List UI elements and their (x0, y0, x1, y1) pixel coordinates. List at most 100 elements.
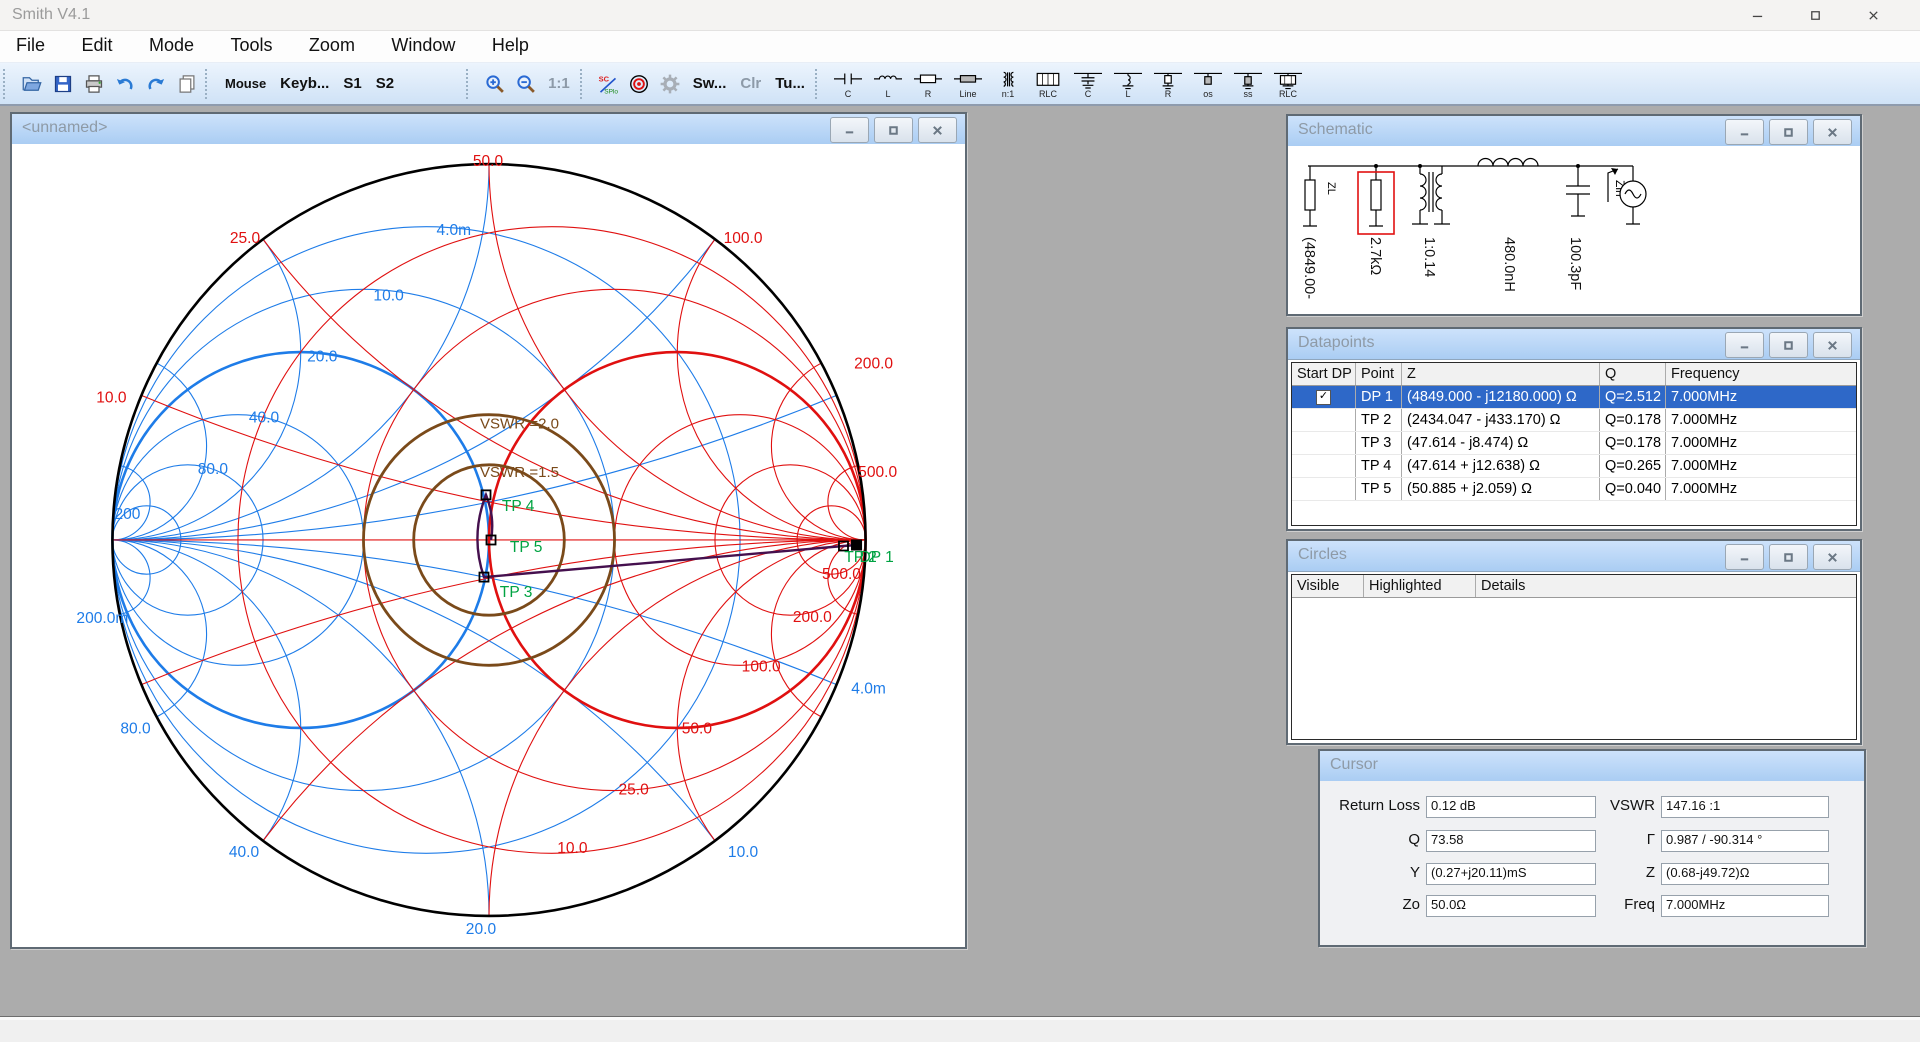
col-q[interactable]: Q (1600, 363, 1666, 385)
print-button[interactable] (80, 70, 107, 97)
menu-tools[interactable]: Tools (214, 31, 288, 60)
component-shunt-c-button[interactable]: C (1068, 66, 1108, 102)
table-row[interactable]: TP 4(47.614 + j12.638) ΩQ=0.2657.000MHz (1292, 455, 1856, 478)
toolbar-separator (580, 69, 590, 99)
col-z[interactable]: Z (1402, 363, 1600, 385)
mouse-mode-button[interactable]: Mouse (218, 76, 273, 91)
minimize-button[interactable] (1725, 119, 1764, 145)
start-dp-cell[interactable] (1292, 432, 1356, 454)
component-series-l-button[interactable]: L (868, 66, 908, 102)
circles-table: Visible Highlighted Details (1291, 574, 1857, 740)
cursor-value-vswr[interactable]: 147.16 :1 (1661, 796, 1829, 818)
app-titlebar: Smith V4.1 (0, 0, 1920, 31)
start-dp-cell[interactable]: ✓ (1292, 386, 1356, 408)
col-details[interactable]: Details (1476, 575, 1856, 597)
table-row[interactable]: TP 5(50.885 + j2.059) ΩQ=0.0407.000MHz (1292, 478, 1856, 501)
circles-title: Circles (1298, 546, 1347, 564)
component-label: C (845, 90, 852, 98)
cursor-titlebar[interactable]: Cursor (1320, 751, 1864, 782)
close-button[interactable] (1813, 119, 1852, 145)
component-series-c-button[interactable]: C (828, 66, 868, 102)
settings-gear-button[interactable] (657, 70, 684, 97)
start-dp-cell[interactable] (1292, 455, 1356, 477)
clear-button[interactable]: Clr (733, 75, 768, 92)
schematic-titlebar[interactable]: Schematic (1288, 116, 1860, 147)
vswr-label: VSWR =2.0 (480, 416, 559, 433)
datapoints-titlebar[interactable]: Datapoints (1288, 329, 1860, 360)
undo-button[interactable] (111, 70, 138, 97)
s2-button[interactable]: S2 (369, 75, 401, 92)
close-button[interactable] (1813, 544, 1852, 570)
circles-window-controls (1725, 544, 1852, 570)
component-shunt-r-button[interactable]: R (1148, 66, 1188, 102)
col-visible[interactable]: Visible (1292, 575, 1364, 597)
cursor-value-freq[interactable]: 7.000MHz (1661, 895, 1829, 917)
copy-button[interactable] (173, 70, 200, 97)
component-label: RLC (1039, 90, 1057, 98)
component-xfmr-button[interactable]: n:1 (988, 66, 1028, 102)
component-shunt-ss-button[interactable]: ss (1228, 66, 1268, 102)
start-dp-cell[interactable] (1292, 409, 1356, 431)
component-shunt-rlc-button[interactable]: RLC (1268, 66, 1308, 102)
menu-help[interactable]: Help (476, 31, 545, 60)
maximize-button[interactable] (1769, 119, 1808, 145)
component-rlc-button[interactable]: RLC (1028, 66, 1068, 102)
menu-zoom[interactable]: Zoom (293, 31, 371, 60)
point-cell: TP 5 (1356, 478, 1402, 500)
zoom-reset-button[interactable]: 1:1 (541, 75, 577, 92)
cursor-value--[interactable]: 0.987 / -90.314 ° (1661, 830, 1829, 852)
redo-button[interactable] (142, 70, 169, 97)
table-row[interactable]: TP 2(2434.047 - j433.170) ΩQ=0.1787.000M… (1292, 409, 1856, 432)
col-highlighted[interactable]: Highlighted (1364, 575, 1476, 597)
close-button[interactable] (918, 117, 957, 143)
s1-button[interactable]: S1 (336, 75, 368, 92)
menu-window[interactable]: Window (375, 31, 471, 60)
sweep-button[interactable]: Sw... (686, 75, 734, 92)
col-frequency[interactable]: Frequency (1666, 363, 1856, 385)
minimize-icon (1738, 339, 1751, 352)
zoom-out-button[interactable] (512, 70, 539, 97)
minimize-button[interactable] (830, 117, 869, 143)
close-button[interactable] (1813, 332, 1852, 358)
grid-value-label: 10.0 (373, 287, 404, 304)
sc-splot-button[interactable]: SCSPlot (595, 70, 622, 97)
col-point[interactable]: Point (1356, 363, 1402, 385)
chart-window-titlebar[interactable]: <unnamed> (12, 114, 965, 145)
app-maximize-button[interactable] (1786, 0, 1844, 30)
cursor-label-y: Y (1320, 863, 1420, 883)
table-row[interactable]: ✓DP 1(4849.000 - j12180.000) ΩQ=2.5127.0… (1292, 386, 1856, 409)
open-button[interactable] (18, 70, 45, 97)
keyboard-mode-button[interactable]: Keyb... (273, 75, 336, 92)
table-row[interactable]: TP 3(47.614 - j8.474) ΩQ=0.1787.000MHz (1292, 432, 1856, 455)
toolbar-separator (466, 69, 476, 99)
smith-chart-area[interactable]: VSWR =2.0VSWR =1.550.025.0100.010.0200.0… (12, 144, 965, 947)
app-close-button[interactable] (1844, 0, 1902, 30)
chart-window-controls (830, 117, 957, 143)
grid-value-label: 25.0 (618, 782, 649, 799)
component-shunt-os-button[interactable]: os (1188, 66, 1228, 102)
col-start-dp[interactable]: Start DP (1292, 363, 1356, 385)
zoom-in-button[interactable] (481, 70, 508, 97)
circles-titlebar[interactable]: Circles (1288, 541, 1860, 572)
minimize-button[interactable] (1725, 332, 1764, 358)
save-button[interactable] (49, 70, 76, 97)
schematic-canvas[interactable]: ZLZin(4849.00-2.7kΩ1:0.14480.0nH100.3pF (1288, 146, 1860, 314)
maximize-button[interactable] (1769, 332, 1808, 358)
maximize-button[interactable] (874, 117, 913, 143)
smith-chart[interactable]: VSWR =2.0VSWR =1.550.025.0100.010.0200.0… (12, 144, 965, 947)
circles-tool-button[interactable] (626, 70, 653, 97)
component-shunt-l-button[interactable]: L (1108, 66, 1148, 102)
component-line-button[interactable]: Line (948, 66, 988, 102)
menu-edit[interactable]: Edit (65, 31, 128, 60)
maximize-button[interactable] (1769, 544, 1808, 570)
start-dp-checkbox[interactable]: ✓ (1316, 390, 1331, 405)
minimize-button[interactable] (1725, 544, 1764, 570)
menu-mode[interactable]: Mode (133, 31, 210, 60)
component-series-r-button[interactable]: R (908, 66, 948, 102)
start-dp-cell[interactable] (1292, 478, 1356, 500)
cursor-value-z[interactable]: (0.68-j49.72)Ω (1661, 863, 1829, 885)
tune-button[interactable]: Tu... (768, 75, 812, 92)
app-minimize-button[interactable] (1728, 0, 1786, 30)
menu-file[interactable]: File (0, 31, 61, 60)
datapoints-panel: Datapoints Start DP Point Z Q Frequency … (1286, 327, 1862, 531)
